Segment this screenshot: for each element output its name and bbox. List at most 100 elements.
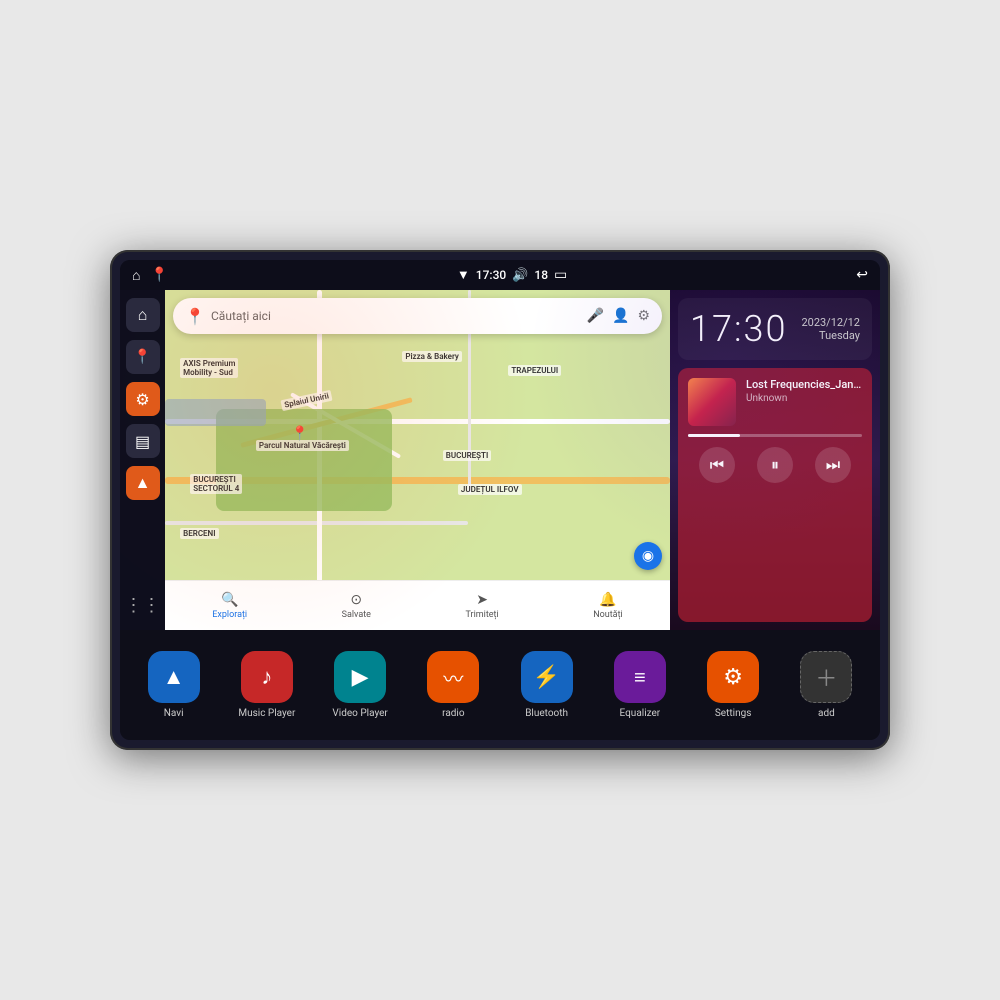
app-item-radio[interactable]: 〰 radio [423, 651, 483, 719]
music-progress-bar[interactable] [688, 434, 862, 437]
clock-status: 17:30 [476, 268, 506, 282]
sidebar-files-btn[interactable]: ▤ [126, 424, 160, 458]
music-player-icon: ♪ [241, 651, 293, 703]
volume-icon: 🔊 [512, 268, 528, 283]
left-sidebar: ⌂ 📍 ⚙ ▤ ▲ ⋮⋮ [120, 290, 165, 630]
equalizer-icon: ≡ [614, 651, 666, 703]
sidebar-nav-btn[interactable]: ▲ [126, 466, 160, 500]
navigate-icon: ◉ [642, 548, 654, 564]
google-maps-logo: 📍 [185, 307, 203, 325]
clock-date: 2023/12/12 Tuesday [801, 316, 860, 342]
app-item-video-player[interactable]: ▶ Video Player [330, 651, 390, 719]
radio-icon: 〰 [427, 651, 479, 703]
app-item-bluetooth[interactable]: ⚡ Bluetooth [517, 651, 577, 719]
saved-label: Salvate [342, 610, 371, 620]
video-player-icon: ▶ [334, 651, 386, 703]
maps-saved-btn[interactable]: ⊙ Salvate [342, 592, 371, 620]
album-art-image [688, 378, 736, 426]
clock-time: 17:30 [690, 308, 787, 350]
explore-label: Explorați [212, 610, 247, 620]
radio-label: radio [442, 708, 464, 719]
add-app-icon: ＋ [800, 651, 852, 703]
add-app-label: add [818, 708, 835, 719]
pause-btn[interactable]: ⏸ [757, 447, 793, 483]
clock-widget: 17:30 2023/12/12 Tuesday [678, 298, 872, 360]
files-icon: ▤ [135, 432, 150, 451]
settings-maps-icon[interactable]: ⚙ [637, 308, 650, 324]
wifi-icon: ▼ [457, 267, 470, 283]
saved-icon: ⊙ [350, 592, 362, 608]
home-status-icon: ⌂ [132, 267, 140, 284]
home-icon: ⌂ [138, 305, 148, 325]
screen: ⌂ 📍 ▼ 17:30 🔊 18 ▭ ↩ ⌂ 📍 [120, 260, 880, 740]
clock-date-text: 2023/12/12 [801, 316, 860, 329]
main-content: ⌂ 📍 ⚙ ▤ ▲ ⋮⋮ [120, 290, 880, 630]
settings-icon: ⚙ [135, 390, 149, 409]
sidebar-maps-btn[interactable]: 📍 [126, 340, 160, 374]
map-label-sect4: BUCUREȘTISECTORUL 4 [190, 474, 242, 494]
account-icon[interactable]: 👤 [612, 308, 629, 324]
bluetooth-icon: ⚡ [521, 651, 573, 703]
music-top: Lost Frequencies_Janie... Unknown [688, 378, 862, 426]
maps-search-icons: 🎤 👤 ⚙ [587, 308, 650, 324]
back-icon[interactable]: ↩ [856, 267, 868, 283]
map-area[interactable]: AXIS PremiumMobility - Sud Parcul Natura… [165, 290, 670, 630]
music-title: Lost Frequencies_Janie... [746, 378, 862, 391]
maps-bottom-bar: 🔍 Explorați ⊙ Salvate ➤ Trimiteți 🔔 [165, 580, 670, 630]
sidebar-settings-btn[interactable]: ⚙ [126, 382, 160, 416]
news-label: Noutăți [593, 610, 623, 620]
maps-explore-btn[interactable]: 🔍 Explorați [212, 592, 247, 620]
map-background: AXIS PremiumMobility - Sud Parcul Natura… [165, 290, 670, 630]
map-navigate-fab[interactable]: ◉ [634, 542, 662, 570]
navi-label: Navi [164, 708, 184, 719]
news-icon: 🔔 [599, 592, 616, 608]
send-label: Trimiteți [465, 610, 498, 620]
next-track-btn[interactable]: ⏭ [815, 447, 851, 483]
settings-app-icon: ⚙ [707, 651, 759, 703]
maps-icon: 📍 [134, 349, 151, 365]
map-pin-merlin: 📍 [291, 426, 308, 442]
sidebar-home-btn[interactable]: ⌂ [126, 298, 160, 332]
app-grid: ▲ Navi ♪ Music Player ▶ Video Player [130, 651, 870, 719]
maps-search-bar[interactable]: 📍 Căutați aici 🎤 👤 ⚙ [173, 298, 662, 334]
map-label-axis: AXIS PremiumMobility - Sud [180, 358, 238, 378]
status-center: ▼ 17:30 🔊 18 ▭ [457, 267, 567, 283]
map-label-ilfov: JUDEȚUL ILFOV [458, 484, 522, 495]
pause-icon: ⏸ [771, 455, 779, 475]
send-icon: ➤ [476, 592, 488, 608]
music-progress-fill [688, 434, 740, 437]
device: ⌂ 📍 ▼ 17:30 🔊 18 ▭ ↩ ⌂ 📍 [110, 250, 890, 750]
nav-icon: ▲ [135, 473, 151, 493]
apps-grid-icon: ⋮⋮ [125, 595, 161, 616]
app-item-navi[interactable]: ▲ Navi [144, 651, 204, 719]
next-icon: ⏭ [826, 455, 840, 475]
right-panel: 17:30 2023/12/12 Tuesday Lost Frequencie… [670, 290, 880, 630]
status-bar: ⌂ 📍 ▼ 17:30 🔊 18 ▭ ↩ [120, 260, 880, 290]
app-item-add[interactable]: ＋ add [796, 651, 856, 719]
status-left: ⌂ 📍 [132, 267, 168, 284]
battery-level: 18 [534, 268, 548, 282]
map-label-trap: TRAPEZULUI [508, 365, 561, 376]
music-artist: Unknown [746, 393, 862, 404]
map-label-pizza: Pizza & Bakery [402, 351, 462, 362]
music-player-label: Music Player [238, 708, 295, 719]
music-info: Lost Frequencies_Janie... Unknown [746, 378, 862, 404]
prev-icon: ⏮ [710, 455, 724, 475]
music-widget: Lost Frequencies_Janie... Unknown ⏮ ⏸ [678, 368, 872, 622]
sidebar-apps-btn[interactable]: ⋮⋮ [126, 588, 160, 622]
maps-news-btn[interactable]: 🔔 Noutăți [593, 592, 623, 620]
video-player-label: Video Player [332, 708, 387, 719]
app-item-settings[interactable]: ⚙ Settings [703, 651, 763, 719]
voice-search-icon[interactable]: 🎤 [587, 308, 604, 324]
app-item-music-player[interactable]: ♪ Music Player [237, 651, 297, 719]
map-label-buc: BUCUREȘTI [443, 450, 492, 461]
app-item-equalizer[interactable]: ≡ Equalizer [610, 651, 670, 719]
maps-send-btn[interactable]: ➤ Trimiteți [465, 592, 498, 620]
clock-day: Tuesday [801, 329, 860, 342]
search-placeholder-text: Căutați aici [211, 309, 579, 323]
map-label-berceni: BERCENI [180, 528, 218, 539]
app-grid-section: ▲ Navi ♪ Music Player ▶ Video Player [120, 630, 880, 740]
prev-track-btn[interactable]: ⏮ [699, 447, 735, 483]
settings-app-label: Settings [715, 708, 752, 719]
map-container: AXIS PremiumMobility - Sud Parcul Natura… [165, 290, 670, 630]
